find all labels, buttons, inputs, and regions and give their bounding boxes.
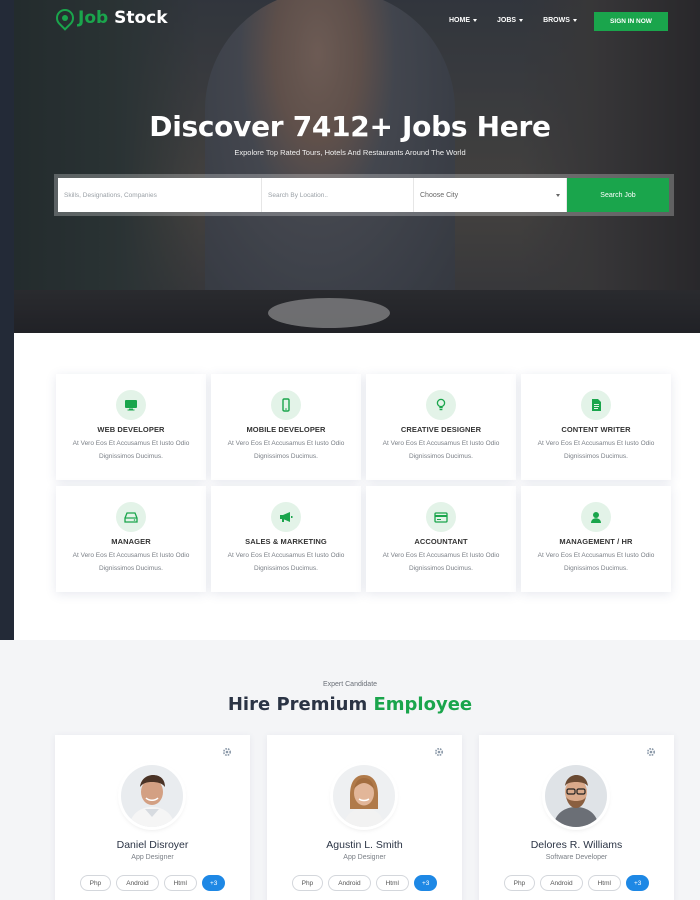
left-edge-strip: [0, 0, 14, 640]
employee-name[interactable]: Agustin L. Smith: [267, 839, 462, 851]
nav-item-jobs[interactable]: JOBS: [497, 17, 524, 24]
sign-in-button[interactable]: SIGN IN NOW: [594, 12, 668, 31]
category-description: At Vero Eos Et Accusamus Et Iusto Odio Di…: [382, 440, 500, 460]
megaphone-icon: [271, 502, 301, 532]
category-title: MANAGEMENT / HR: [559, 537, 633, 546]
category-title: ACCOUNTANT: [414, 537, 468, 546]
mobile-icon: [271, 390, 301, 420]
section-eyebrow: Expert Candidate: [322, 681, 378, 688]
skill-tag[interactable]: Html: [587, 875, 621, 891]
category-description: At Vero Eos Et Accusamus Et Iusto Odio Di…: [537, 552, 655, 572]
skill-tag[interactable]: Php: [79, 875, 112, 891]
skill-tag[interactable]: Php: [291, 875, 324, 891]
search-job-button[interactable]: Search Job: [567, 178, 669, 212]
employee-role: App Designer: [343, 854, 386, 861]
chevron-down-icon: [556, 193, 560, 197]
skill-tag[interactable]: Php: [503, 875, 536, 891]
skill-tag[interactable]: Android: [116, 875, 159, 891]
hero-overlay: [0, 0, 700, 333]
skill-tag[interactable]: Android: [328, 875, 371, 891]
category-card-sales-marketing[interactable]: SALES & MARKETING At Vero Eos Et Accusam…: [211, 486, 361, 592]
skill-tag[interactable]: Html: [163, 875, 197, 891]
nav-menu: HOME JOBS BROWS: [449, 17, 577, 24]
category-title: MANAGER: [111, 537, 151, 546]
avatar: [545, 765, 607, 827]
category-description: At Vero Eos Et Accusamus Et Iusto Odio Di…: [227, 552, 345, 572]
employee-card[interactable]: Delores R. Williams Software Developer P…: [479, 735, 674, 900]
category-card-web-developer[interactable]: WEB DEVELOPER At Vero Eos Et Accusamus E…: [56, 374, 206, 480]
category-title: CONTENT WRITER: [561, 425, 631, 434]
hero-subtitle: Expolore Top Rated Tours, Hotels And Res…: [234, 148, 466, 157]
employee-card[interactable]: Agustin L. Smith App Designer Php Androi…: [267, 735, 462, 900]
employee-role: App Designer: [131, 854, 174, 861]
category-description: At Vero Eos Et Accusamus Et Iusto Odio Di…: [537, 440, 655, 460]
gear-icon[interactable]: [222, 747, 232, 757]
more-skills-badge[interactable]: +3: [201, 875, 226, 891]
chevron-down-icon: [572, 19, 577, 22]
employee-name[interactable]: Daniel Disroyer: [55, 839, 250, 851]
category-title: MOBILE DEVELOPER: [246, 425, 326, 434]
chevron-down-icon: [473, 19, 477, 22]
category-card-creative-designer[interactable]: CREATIVE DESIGNER At Vero Eos Et Accusam…: [366, 374, 516, 480]
city-select[interactable]: Choose City: [414, 178, 567, 212]
location-input[interactable]: Search By Location..: [262, 178, 414, 212]
category-description: At Vero Eos Et Accusamus Et Iusto Odio Di…: [382, 552, 500, 572]
more-skills-badge[interactable]: +3: [413, 875, 438, 891]
skill-tags: Php Android Html +3: [267, 875, 462, 891]
hero-title: Discover 7412+ Jobs Here: [149, 110, 551, 143]
skill-tags: Php Android Html +3: [479, 875, 674, 891]
skill-tags: Php Android Html +3: [55, 875, 250, 891]
document-icon: [581, 390, 611, 420]
section-title: Hire Premium Employee: [227, 694, 473, 715]
category-card-management-hr[interactable]: MANAGEMENT / HR At Vero Eos Et Accusamus…: [521, 486, 671, 592]
category-card-content-writer[interactable]: CONTENT WRITER At Vero Eos Et Accusamus …: [521, 374, 671, 480]
brand-name: Job Stock: [78, 8, 168, 28]
employee-name[interactable]: Delores R. Williams: [479, 839, 674, 851]
user-icon: [581, 502, 611, 532]
category-title: WEB DEVELOPER: [97, 425, 165, 434]
more-skills-badge[interactable]: +3: [625, 875, 650, 891]
employee-role: Software Developer: [545, 854, 608, 861]
job-search-bar: Skills, Designations, Companies Search B…: [54, 174, 674, 216]
category-card-mobile-developer[interactable]: MOBILE DEVELOPER At Vero Eos Et Accusamu…: [211, 374, 361, 480]
monitor-icon: [116, 390, 146, 420]
nav-item-brows[interactable]: BROWS: [543, 17, 577, 24]
avatar: [121, 765, 183, 827]
category-description: At Vero Eos Et Accusamus Et Iusto Odio Di…: [72, 552, 190, 572]
drive-icon: [116, 502, 146, 532]
category-grid: WEB DEVELOPER At Vero Eos Et Accusamus E…: [56, 374, 672, 592]
category-card-manager[interactable]: MANAGER At Vero Eos Et Accusamus Et Iust…: [56, 486, 206, 592]
skill-tag[interactable]: Html: [375, 875, 409, 891]
map-pin-icon: [52, 5, 78, 31]
brand-logo[interactable]: Job Stock: [52, 5, 168, 31]
nav-item-home[interactable]: HOME: [449, 17, 477, 24]
credit-card-icon: [426, 502, 456, 532]
employee-card[interactable]: Daniel Disroyer App Designer Php Android…: [55, 735, 250, 900]
lightbulb-icon: [426, 390, 456, 420]
category-title: CREATIVE DESIGNER: [400, 425, 482, 434]
chevron-down-icon: [519, 19, 524, 22]
avatar: [333, 765, 395, 827]
skill-tag[interactable]: Android: [540, 875, 583, 891]
gear-icon[interactable]: [434, 747, 444, 757]
category-card-accountant[interactable]: ACCOUNTANT At Vero Eos Et Accusamus Et I…: [366, 486, 516, 592]
hero-banner: [0, 0, 700, 333]
keywords-input[interactable]: Skills, Designations, Companies: [58, 178, 262, 212]
navbar: Job Stock HOME JOBS BROWS SIGN IN NOW: [0, 0, 700, 42]
gear-icon[interactable]: [646, 747, 656, 757]
category-description: At Vero Eos Et Accusamus Et Iusto Odio Di…: [72, 440, 190, 460]
category-title: SALES & MARKETING: [245, 537, 327, 546]
category-description: At Vero Eos Et Accusamus Et Iusto Odio Di…: [227, 440, 345, 460]
